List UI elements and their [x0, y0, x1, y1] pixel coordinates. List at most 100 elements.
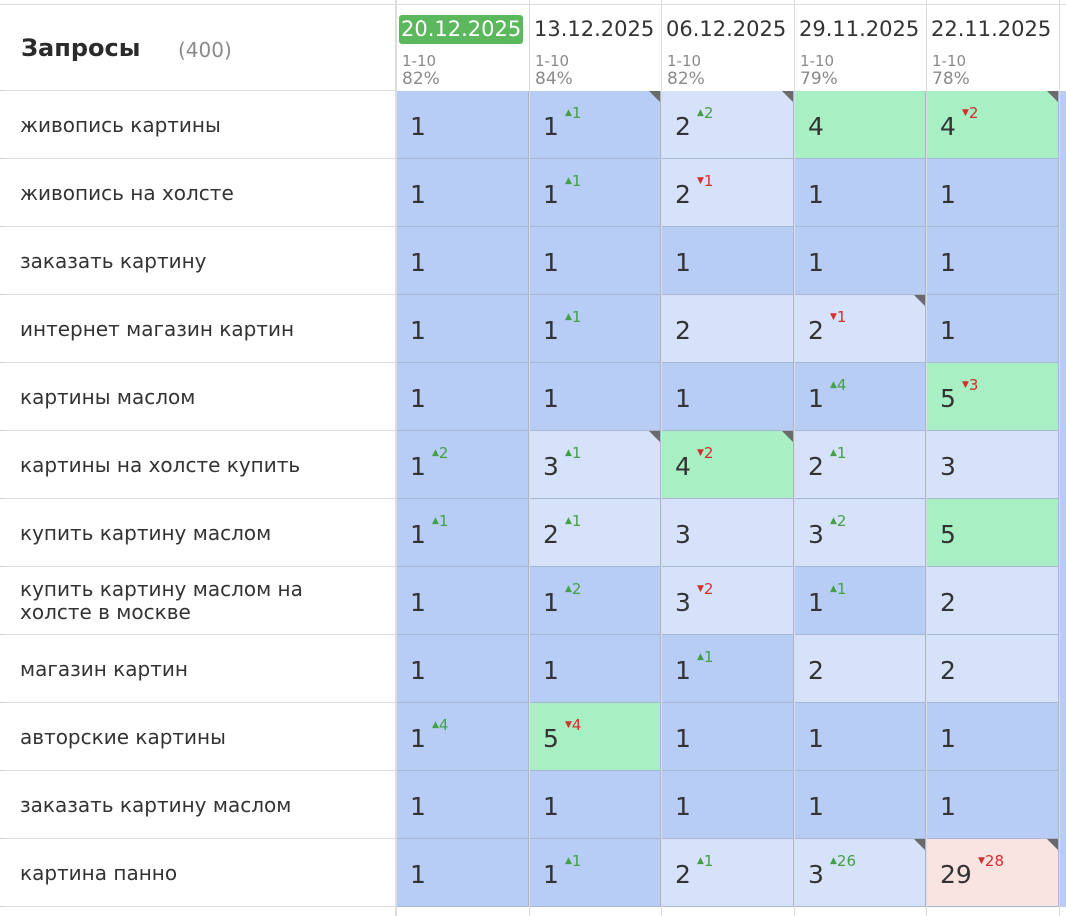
- position-cell[interactable]: 29 ▼28: [926, 839, 1059, 907]
- position-cell[interactable]: 2: [926, 567, 1059, 635]
- position-cell[interactable]: 5 ▼4: [529, 703, 661, 771]
- position-cell[interactable]: 5: [926, 499, 1059, 567]
- query-cell[interactable]: живопись на холсте: [0, 159, 395, 227]
- position-cell[interactable]: 1: [794, 703, 926, 771]
- position-cell[interactable]: 1 ▲1: [396, 499, 529, 567]
- date-label[interactable]: 29.11.2025: [797, 15, 921, 44]
- position-cell[interactable]: 1 ▲2: [529, 567, 661, 635]
- position-cell[interactable]: 1 ▲1: [529, 91, 661, 159]
- position-cell[interactable]: 1: [794, 771, 926, 839]
- query-text[interactable]: купить картину маслом на холсте в москве: [20, 578, 340, 624]
- position-cell[interactable]: 1: [926, 295, 1059, 363]
- query-cell[interactable]: картина панно: [0, 839, 395, 907]
- arrow-up-icon: ▲: [432, 720, 439, 730]
- position-cell[interactable]: 1: [529, 771, 661, 839]
- position-cell[interactable]: 1: [396, 91, 529, 159]
- date-column-header[interactable]: 13.12.2025 1-10 84%: [529, 0, 661, 91]
- position-cell[interactable]: 1: [926, 227, 1059, 295]
- position-cell[interactable]: 1: [661, 771, 794, 839]
- position-value: 3: [675, 588, 691, 617]
- position-cell[interactable]: 2 ▲1: [529, 499, 661, 567]
- position-cell[interactable]: 2: [794, 635, 926, 703]
- position-cell[interactable]: 1: [794, 159, 926, 227]
- position-cell[interactable]: 1: [396, 227, 529, 295]
- position-cell[interactable]: 3 ▼2: [661, 567, 794, 635]
- position-cell[interactable]: 4: [794, 91, 926, 159]
- position-cell[interactable]: 4 ▼2: [661, 431, 794, 499]
- position-cell[interactable]: 1: [661, 227, 794, 295]
- position-value: 1: [808, 792, 824, 821]
- date-label[interactable]: 22.11.2025: [929, 15, 1053, 44]
- position-cell[interactable]: 1: [926, 771, 1059, 839]
- position-cell[interactable]: 1 ▲1: [529, 295, 661, 363]
- position-cell[interactable]: 1 ▲4: [794, 363, 926, 431]
- query-cell[interactable]: живопись картины: [0, 91, 395, 159]
- position-cell[interactable]: 1: [794, 227, 926, 295]
- position-cell[interactable]: 1: [661, 703, 794, 771]
- position-cell[interactable]: 2 ▼1: [794, 295, 926, 363]
- position-cell[interactable]: 1 ▲1: [529, 159, 661, 227]
- position-cell[interactable]: 4 ▼2: [926, 91, 1059, 159]
- position-cell[interactable]: 1: [661, 363, 794, 431]
- position-cell[interactable]: 3: [926, 431, 1059, 499]
- position-cell[interactable]: 3: [661, 499, 794, 567]
- position-cell[interactable]: 1: [529, 227, 661, 295]
- query-text[interactable]: картины на холсте купить: [20, 453, 340, 477]
- query-text[interactable]: купить картину маслом: [20, 521, 340, 545]
- position-cell[interactable]: 1: [396, 363, 529, 431]
- position-cell[interactable]: 3 ▲1: [529, 431, 661, 499]
- position-cell[interactable]: 1: [529, 363, 661, 431]
- query-text[interactable]: интернет магазин картин: [20, 317, 340, 341]
- position-cell[interactable]: 1 ▲2: [396, 431, 529, 499]
- date-column-header[interactable]: 22.11.2025 1-10 78%: [926, 0, 1059, 91]
- position-cell[interactable]: 1: [529, 635, 661, 703]
- query-cell[interactable]: магазин картин: [0, 635, 395, 703]
- date-label[interactable]: 13.12.2025: [532, 15, 656, 44]
- query-cell[interactable]: картины на холсте купить: [0, 431, 395, 499]
- position-cell[interactable]: 1: [396, 159, 529, 227]
- query-cell[interactable]: авторские картины: [0, 703, 395, 771]
- query-cell[interactable]: купить картину маслом на холсте в москве: [0, 567, 395, 635]
- position-cell[interactable]: 1 ▲1: [794, 567, 926, 635]
- position-cell[interactable]: 2 ▲1: [661, 839, 794, 907]
- position-cell[interactable]: 5 ▼3: [926, 363, 1059, 431]
- position-change: ▼3: [962, 376, 978, 394]
- position-cell[interactable]: 2 ▲2: [661, 91, 794, 159]
- position-cell[interactable]: 2 ▼1: [661, 159, 794, 227]
- position-cell[interactable]: 2 ▲1: [794, 431, 926, 499]
- query-cell[interactable]: заказать картину: [0, 227, 395, 295]
- query-text[interactable]: авторские картины: [20, 725, 340, 749]
- date-column-header[interactable]: 06.12.2025 1-10 82%: [661, 0, 794, 91]
- position-cell[interactable]: 2: [926, 635, 1059, 703]
- query-text[interactable]: живопись на холсте: [20, 181, 340, 205]
- position-cell[interactable]: 3 ▲2: [794, 499, 926, 567]
- query-cell[interactable]: картины маслом: [0, 363, 395, 431]
- query-text[interactable]: живопись картины: [20, 113, 340, 137]
- query-cell[interactable]: интернет магазин картин: [0, 295, 395, 363]
- position-cell[interactable]: 2: [661, 295, 794, 363]
- position-cell[interactable]: 1: [926, 159, 1059, 227]
- position-cell[interactable]: 1 ▲1: [529, 839, 661, 907]
- query-text[interactable]: картина панно: [20, 861, 340, 885]
- position-cell[interactable]: 1: [396, 839, 529, 907]
- position-cell[interactable]: 1: [396, 567, 529, 635]
- date-column-header[interactable]: 29.11.2025 1-10 79%: [794, 0, 926, 91]
- position-cell[interactable]: 1 ▲1: [661, 635, 794, 703]
- position-cell[interactable]: 3 ▲26: [794, 839, 926, 907]
- date-label[interactable]: 20.12.2025: [399, 15, 524, 44]
- query-cell[interactable]: заказать картину маслом: [0, 771, 395, 839]
- date-label[interactable]: 06.12.2025: [664, 15, 788, 44]
- query-text[interactable]: магазин картин: [20, 657, 340, 681]
- position-cell[interactable]: 1: [926, 703, 1059, 771]
- query-text[interactable]: заказать картину: [20, 249, 340, 273]
- position-cell[interactable]: 1: [396, 771, 529, 839]
- position-change-value: 1: [571, 512, 582, 530]
- query-text[interactable]: картины маслом: [20, 385, 340, 409]
- date-column-header[interactable]: 20.12.2025 1-10 82%: [396, 0, 529, 91]
- grid-line: [0, 158, 396, 159]
- position-cell[interactable]: 1: [396, 635, 529, 703]
- query-text[interactable]: заказать картину маслом: [20, 793, 340, 817]
- position-cell[interactable]: 1: [396, 295, 529, 363]
- position-cell[interactable]: 1 ▲4: [396, 703, 529, 771]
- query-cell[interactable]: купить картину маслом: [0, 499, 395, 567]
